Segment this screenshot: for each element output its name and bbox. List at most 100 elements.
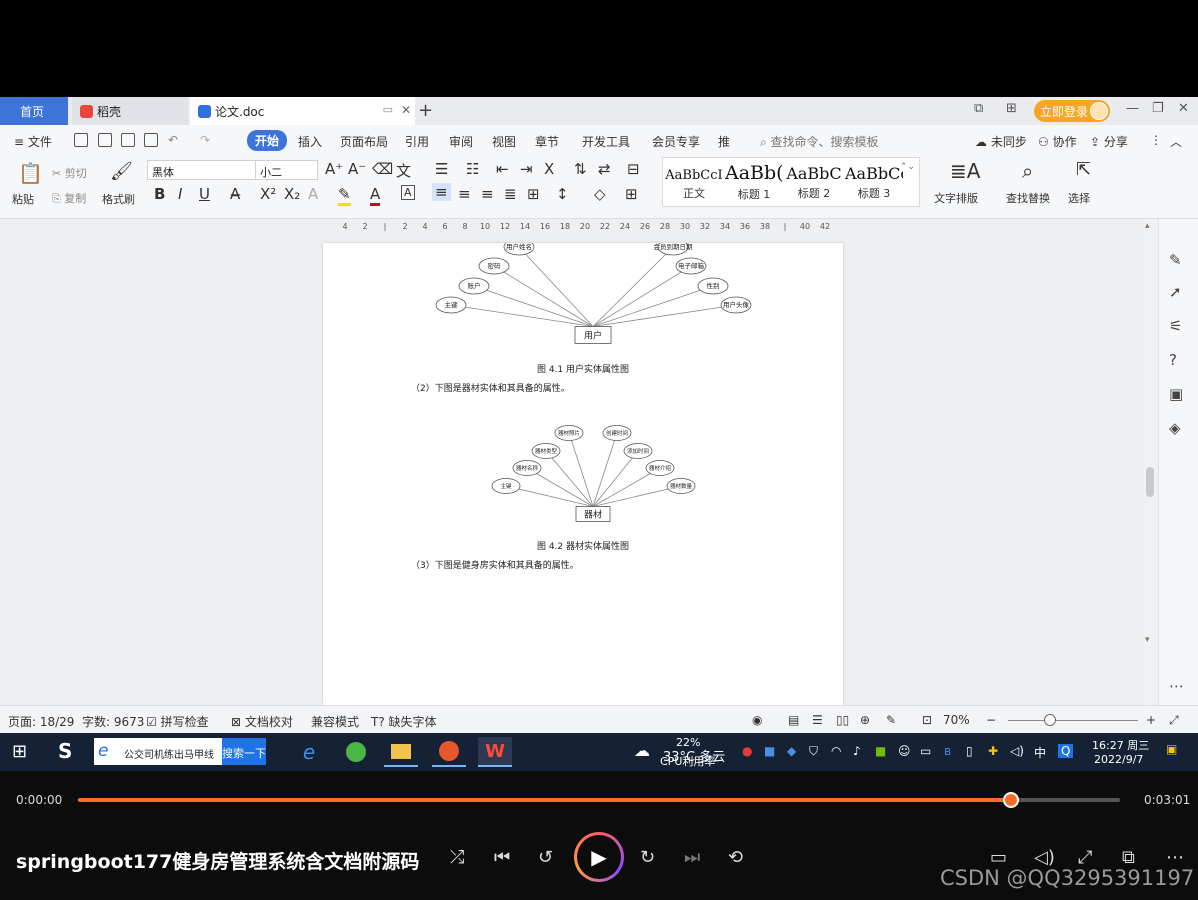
fullscreen-icon[interactable]: ⤢ bbox=[1169, 713, 1179, 728]
360-browser-icon[interactable] bbox=[339, 737, 373, 767]
menu-review[interactable]: 审阅 bbox=[449, 133, 473, 150]
ie-browser-icon[interactable]: e bbox=[292, 737, 326, 767]
clock-date[interactable]: 2022/9/7 bbox=[1094, 753, 1143, 766]
clock-time[interactable]: 16:27 周三 bbox=[1092, 737, 1149, 753]
app-s-icon[interactable]: S bbox=[58, 739, 72, 763]
sort-icon[interactable]: ⇅ bbox=[574, 160, 587, 178]
location-icon[interactable]: ◈ bbox=[1169, 419, 1181, 437]
notification-center-icon[interactable]: ▣ bbox=[1166, 742, 1177, 756]
phonetic-icon[interactable]: 文 bbox=[396, 160, 411, 181]
font-color-icon[interactable]: A bbox=[370, 185, 381, 206]
file-menu[interactable]: ≡ 文件 bbox=[14, 133, 52, 150]
bullet-list-icon[interactable]: ☰ bbox=[435, 160, 448, 178]
volume-player-icon[interactable]: ◁) bbox=[1034, 847, 1055, 868]
strikethrough-icon[interactable]: A̶ bbox=[230, 185, 240, 203]
vertical-scrollbar[interactable]: ▴ ▾ bbox=[1143, 219, 1157, 705]
style-heading1[interactable]: AaBb( 标题 1 bbox=[725, 162, 783, 208]
style-heading3[interactable]: AaBbCc 标题 3 bbox=[845, 162, 903, 208]
tray-display-icon[interactable]: ▭ bbox=[920, 744, 931, 758]
layout-icon[interactable]: ⧉ bbox=[974, 101, 983, 116]
compat-mode[interactable]: 兼容模式 bbox=[311, 713, 359, 730]
loop-off-icon[interactable]: ⟲ bbox=[728, 847, 743, 868]
format-painter-icon[interactable]: 🖌 bbox=[110, 161, 133, 182]
play-button[interactable]: ▶ bbox=[574, 832, 624, 882]
clear-format-icon[interactable]: ⌫ bbox=[372, 160, 393, 178]
wps-app-icon[interactable]: W bbox=[478, 737, 512, 767]
outline-view-icon[interactable]: ☰ bbox=[812, 713, 823, 727]
document-page[interactable]: 主键 账户 密码 用户姓名 会员到期日期 电子邮箱 性别 用户头像 用户 主键 器材名称 器材类型 器材… bbox=[323, 238, 843, 705]
ime-indicator[interactable]: 中 bbox=[1034, 744, 1046, 761]
doc-proof[interactable]: ⊠ 文档校对 bbox=[231, 713, 293, 730]
menu-more[interactable]: 推 bbox=[718, 133, 730, 150]
tab-daoke[interactable]: 稻壳 bbox=[72, 97, 188, 125]
superscript-icon[interactable]: X² bbox=[260, 185, 276, 203]
italic-icon[interactable]: I bbox=[178, 185, 182, 203]
pointer-icon[interactable]: ➚ bbox=[1169, 283, 1182, 301]
menu-reference[interactable]: 引用 bbox=[405, 133, 429, 150]
save-icon[interactable] bbox=[74, 133, 88, 147]
preview-icon[interactable] bbox=[144, 133, 158, 147]
usb-icon[interactable]: ▯ bbox=[966, 744, 973, 758]
select-cursor-icon[interactable]: ⇱ bbox=[1076, 159, 1091, 180]
style-heading2[interactable]: AaBbC 标题 2 bbox=[785, 162, 843, 208]
search-button[interactable]: 搜索一下 bbox=[222, 738, 266, 765]
justify-icon[interactable]: ≣ bbox=[504, 185, 517, 203]
find-icon[interactable]: ⌕ bbox=[1022, 159, 1033, 183]
command-search[interactable]: ⌕ 查找命令、搜索模板 bbox=[760, 133, 879, 150]
pip-icon[interactable]: ⧉ bbox=[1122, 847, 1135, 868]
restore-icon[interactable]: ❐ bbox=[1152, 101, 1164, 116]
volume-icon[interactable]: ◁) bbox=[1010, 744, 1024, 758]
page-count[interactable]: 页面: 18/29 bbox=[8, 713, 74, 730]
collab-button[interactable]: ⚇ 协作 bbox=[1038, 133, 1077, 150]
next-icon[interactable]: ⏭ bbox=[684, 847, 700, 868]
monitor-icon[interactable]: ▭ bbox=[383, 103, 393, 116]
zoom-slider-handle[interactable] bbox=[1044, 714, 1056, 726]
distribute-icon[interactable]: ⊞ bbox=[527, 185, 540, 203]
login-button[interactable]: 立即登录 bbox=[1034, 100, 1110, 122]
word-count[interactable]: 字数: 9673 bbox=[82, 713, 144, 730]
style-scroll-icon[interactable]: ⌃⌄ bbox=[900, 162, 915, 172]
grid-icon[interactable]: ⊞ bbox=[1006, 101, 1017, 116]
undo-icon[interactable]: ↶ bbox=[168, 133, 178, 147]
find-replace-button[interactable]: 查找替换 bbox=[1006, 190, 1050, 206]
menu-start[interactable]: 开始 bbox=[247, 130, 288, 151]
menu-view[interactable]: 视图 bbox=[492, 133, 516, 150]
paste-button[interactable]: 粘贴 bbox=[12, 191, 34, 207]
decrease-indent-icon[interactable]: ⇤ bbox=[496, 160, 509, 178]
adjust-icon[interactable]: ⚟ bbox=[1169, 317, 1182, 335]
menu-chapter[interactable]: 章节 bbox=[535, 133, 559, 150]
tray-app-security-icon[interactable]: ◆ bbox=[787, 744, 796, 758]
copy-button[interactable]: ⎘ 复制 bbox=[52, 190, 86, 206]
paste-icon[interactable]: 📋 bbox=[18, 161, 43, 185]
file-explorer-icon[interactable] bbox=[384, 737, 418, 767]
wifi-icon[interactable]: ◠ bbox=[831, 744, 841, 758]
zoom-slider[interactable] bbox=[1008, 720, 1138, 721]
print-icon[interactable] bbox=[121, 133, 135, 147]
fit-page-icon[interactable]: ⊡ bbox=[922, 713, 932, 727]
tray-app-blue-icon[interactable]: ■ bbox=[764, 744, 775, 758]
line-spacing-icon[interactable]: ↕ bbox=[556, 185, 569, 203]
subscript-icon[interactable]: X₂ bbox=[284, 185, 300, 203]
select-button[interactable]: 选择 bbox=[1068, 190, 1090, 206]
recorder-app-icon[interactable] bbox=[432, 737, 466, 767]
player-more-icon[interactable]: ⋯ bbox=[1166, 847, 1184, 868]
previous-icon[interactable]: ⏮ bbox=[494, 847, 510, 868]
table-of-chars-icon[interactable]: ⊟ bbox=[627, 160, 640, 178]
rewind-10-icon[interactable]: ↺ bbox=[538, 847, 553, 868]
text-layout-button[interactable]: 文字排版 bbox=[934, 190, 978, 206]
sync-button[interactable]: ☁ 未同步 bbox=[975, 133, 1027, 150]
shrink-font-icon[interactable]: A⁻ bbox=[348, 160, 366, 178]
edit-pen-icon[interactable]: ✎ bbox=[1169, 251, 1182, 269]
spell-check[interactable]: ☑ 拼写检查 bbox=[146, 713, 209, 730]
align-center-icon[interactable]: ≡ bbox=[458, 185, 471, 203]
tab-home[interactable]: 首页 bbox=[0, 97, 68, 125]
read-view-icon[interactable]: ▯▯ bbox=[836, 713, 849, 727]
nvidia-icon[interactable]: ■ bbox=[875, 744, 886, 758]
web-view-icon[interactable]: ⊕ bbox=[860, 713, 870, 727]
tray-app-yellow-icon[interactable]: ✚ bbox=[988, 744, 998, 758]
numbered-list-icon[interactable]: ☷ bbox=[466, 160, 479, 178]
progress-handle[interactable] bbox=[1002, 792, 1019, 808]
menu-devtools[interactable]: 开发工具 bbox=[582, 133, 630, 150]
subtitles-icon[interactable]: ▭ bbox=[990, 847, 1007, 868]
highlight-icon[interactable]: ✎ bbox=[338, 185, 351, 206]
